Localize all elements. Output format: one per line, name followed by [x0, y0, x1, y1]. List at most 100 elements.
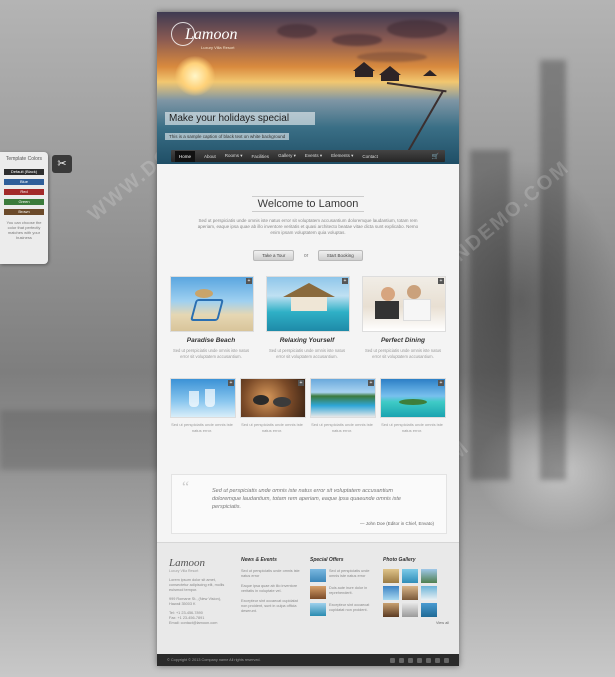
offer-item[interactable]: Sed ut perspiciatis unde omnis iste natu…	[310, 569, 376, 582]
view-all-link[interactable]: View all	[383, 621, 449, 625]
rss-icon[interactable]	[444, 657, 449, 663]
feature-image-dining[interactable]: +	[362, 276, 446, 332]
feature-image-spa[interactable]: +	[266, 276, 350, 332]
cloud-graphic	[357, 52, 427, 62]
footer: Lamoon Luxury Villa Resort Lorem ipsum d…	[157, 542, 459, 655]
feature-text: Sed ut perspiciatis unde omnis iste natu…	[364, 348, 442, 359]
hut-graphic	[355, 71, 373, 77]
background-railing	[0, 410, 160, 470]
gallery-thumbnail[interactable]	[383, 569, 399, 583]
feature-text: Sed ut perspiciatis unde omnis iste natu…	[268, 348, 346, 359]
template-colors-panel: Template Colors Default (Black) Blue Red…	[0, 152, 48, 264]
copyright-bar: © Copyright © 2013 Company name All righ…	[157, 654, 459, 666]
hero-subtitle: This is a sample caption of black text o…	[165, 133, 290, 140]
nav-item-elements[interactable]: Elements ▾	[331, 153, 353, 159]
straw-hat-graphic	[195, 289, 213, 298]
welcome-text: Sed ut perspiciatis unde omnis iste natu…	[197, 218, 419, 235]
small-item-text: Sed ut perspiciatis unde omnis iste natu…	[241, 422, 303, 433]
logo-name: Lamoon	[185, 26, 238, 43]
swatch-green[interactable]: Green	[4, 199, 44, 205]
gallery-thumbnail[interactable]	[421, 603, 437, 617]
twitter-icon[interactable]	[399, 657, 404, 663]
offer-thumbnail	[310, 569, 326, 582]
cart-icon[interactable]: 🛒	[432, 153, 439, 160]
expand-icon[interactable]: +	[228, 380, 234, 386]
start-booking-button[interactable]: Start Booking	[317, 250, 363, 261]
small-item-text: Sed ut perspiciatis unde omnis iste natu…	[171, 422, 233, 433]
google-plus-icon[interactable]	[408, 657, 413, 663]
gallery-thumbnail[interactable]	[383, 603, 399, 617]
photo-gallery-grid	[383, 569, 449, 617]
gallery-thumbnail[interactable]	[402, 603, 418, 617]
background-post	[470, 150, 510, 480]
pier-graphic	[386, 82, 447, 93]
news-heading: News & Events	[241, 557, 277, 563]
hut-graphic	[381, 75, 399, 81]
nav-item-events[interactable]: Events ▾	[305, 153, 322, 159]
cloud-graphic	[332, 34, 382, 46]
offer-item[interactable]: Excepteur sint occaecat cupidatat non pr…	[310, 603, 376, 616]
nav-item-about[interactable]: About	[204, 154, 216, 159]
social-links	[386, 657, 449, 663]
island-graphic	[399, 399, 427, 405]
gallery-thumbnail[interactable]	[421, 569, 437, 583]
nav-item-rooms[interactable]: Rooms ▾	[225, 153, 243, 159]
flickr-icon[interactable]	[426, 657, 431, 663]
offer-item[interactable]: Duis aute irure dolor in reprehenderit.	[310, 586, 376, 599]
expand-icon[interactable]: +	[438, 380, 444, 386]
gallery-thumbnail[interactable]	[402, 586, 418, 600]
welcome-title: Welcome to Lamoon	[251, 196, 365, 212]
footer-tagline: Luxury Villa Resort	[169, 569, 199, 573]
offer-text: Duis aute irure dolor in reprehenderit.	[329, 586, 368, 595]
feature-card: + Perfect Dining Sed ut perspiciatis und…	[362, 276, 446, 359]
feature-title: Perfect Dining	[380, 337, 426, 344]
swatch-black[interactable]: Default (Black)	[4, 169, 44, 175]
nav-item-facilities[interactable]: Facilities	[252, 154, 270, 159]
or-label: or	[303, 253, 309, 259]
expand-icon[interactable]: +	[368, 380, 374, 386]
gallery-thumbnail[interactable]	[402, 569, 418, 583]
person-graphic	[375, 301, 399, 319]
gallery-heading: Photo Gallery	[383, 557, 416, 563]
news-item[interactable]: Excepteur sint occaecat cupidatat non pr…	[241, 599, 303, 614]
small-image-island[interactable]: +	[380, 378, 446, 418]
take-tour-button[interactable]: Take a Tour	[253, 250, 295, 261]
vimeo-icon[interactable]	[417, 657, 422, 663]
news-item[interactable]: Sed ut perspiciatis unde omnis iste natu…	[241, 569, 303, 579]
facebook-icon[interactable]	[390, 657, 395, 663]
swatch-blue[interactable]: Blue	[4, 179, 44, 185]
small-image-stones[interactable]: +	[240, 378, 306, 418]
small-image-drinks[interactable]: +	[170, 378, 236, 418]
gallery-thumbnail[interactable]	[421, 586, 437, 600]
website-page: Lamoon Luxury Villa Resort Make your hol…	[157, 12, 459, 666]
news-item[interactable]: Eaque ipsa quae ab illo inventore verita…	[241, 584, 303, 594]
offers-heading: Special Offers	[310, 557, 344, 563]
small-item-text: Sed ut perspiciatis unde omnis iste natu…	[311, 422, 373, 433]
hut-graphic	[353, 62, 375, 71]
tools-toggle-icon[interactable]: ✂	[52, 155, 72, 173]
expand-icon[interactable]: +	[342, 278, 348, 284]
swatch-brown[interactable]: Brown	[4, 209, 44, 215]
person-graphic	[407, 285, 421, 299]
glass-graphic	[205, 389, 215, 407]
gallery-thumbnail[interactable]	[383, 586, 399, 600]
testimonial-text: Sed ut perspiciatis unde omnis iste natu…	[212, 488, 401, 510]
nav-item-gallery[interactable]: Gallery ▾	[278, 153, 296, 159]
expand-icon[interactable]: +	[298, 380, 304, 386]
footer-about-text: Lorem ipsum dolor sit amet, consectetur …	[169, 578, 225, 592]
welcome-section: Welcome to Lamoon Sed ut perspiciatis un…	[157, 194, 459, 236]
swatch-red[interactable]: Red	[4, 189, 44, 195]
expand-icon[interactable]: +	[438, 278, 444, 284]
footer-gallery-column: Photo Gallery View all	[383, 557, 449, 625]
nav-item-contact[interactable]: Contact	[362, 154, 378, 159]
feature-image-beach[interactable]: +	[170, 276, 254, 332]
expand-icon[interactable]: +	[246, 278, 252, 284]
footer-logo[interactable]: Lamoon	[169, 557, 231, 569]
footer-email[interactable]: Email: contact@lamoon.com	[169, 621, 231, 626]
footer-offers-column: Special Offers Sed ut perspiciatis unde …	[310, 557, 376, 620]
small-item-text: Sed ut perspiciatis unde omnis iste natu…	[381, 422, 443, 433]
small-image-pool[interactable]: +	[310, 378, 376, 418]
nav-item-home[interactable]: Home	[175, 150, 196, 162]
youtube-icon[interactable]	[435, 657, 440, 663]
cloud-graphic	[277, 24, 317, 38]
